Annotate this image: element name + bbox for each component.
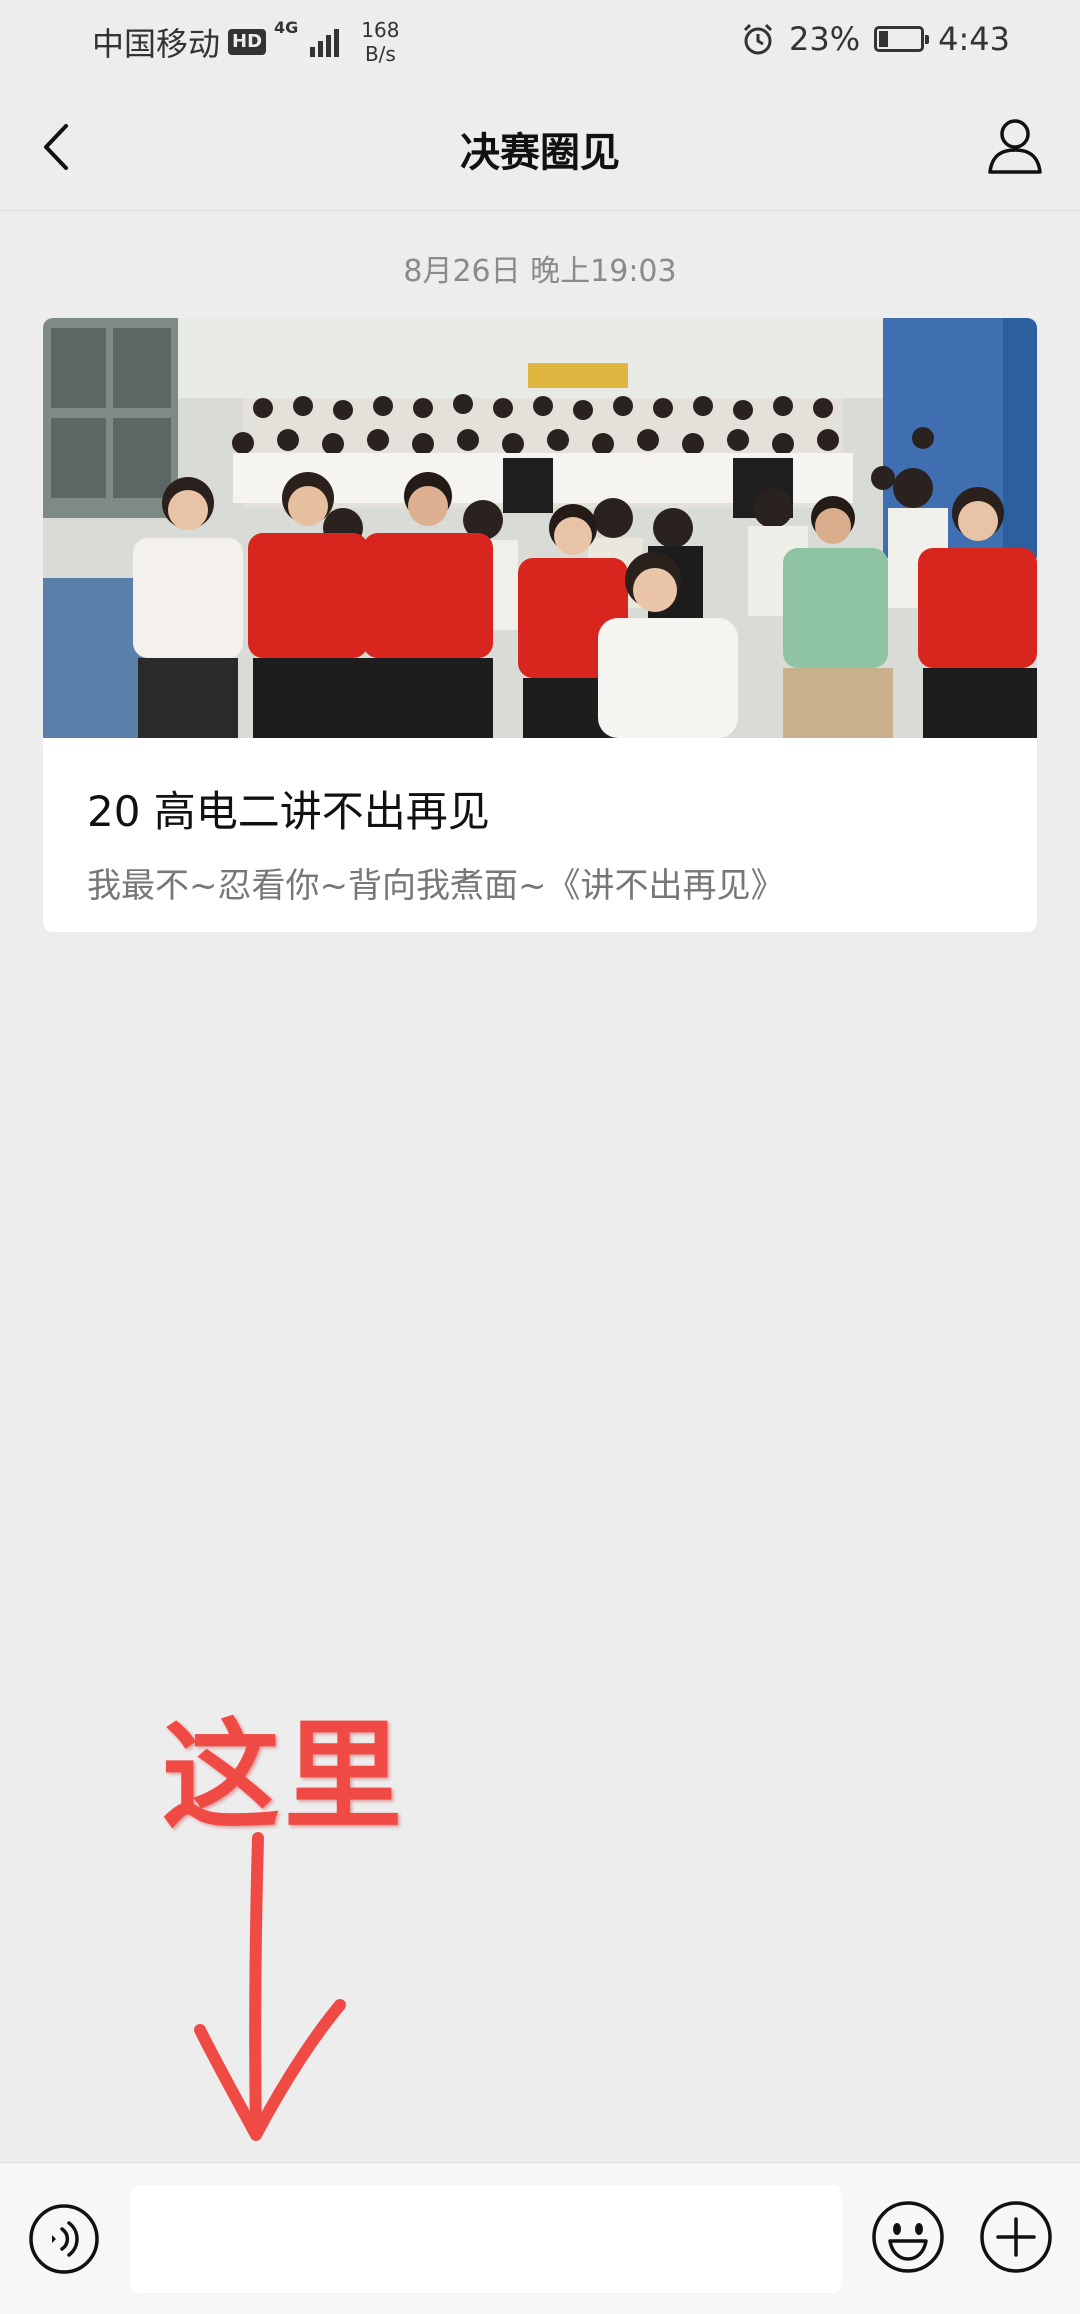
card-title: 20 高电二讲不出再见 (87, 787, 490, 836)
message-input-bar (0, 2162, 1080, 2314)
page-title: 决赛圈见 (460, 130, 620, 176)
battery-icon: ⚡ (874, 26, 930, 52)
alarm-icon (743, 23, 773, 55)
plus-icon[interactable] (976, 2197, 1056, 2277)
class-photo (43, 318, 1037, 738)
annotation-label: 这里 (162, 1707, 407, 1845)
signal-icon (310, 27, 340, 57)
network-speed: 168 B/s (361, 18, 399, 66)
person-icon[interactable] (980, 110, 1050, 180)
arrow-down-icon (194, 1832, 346, 2141)
status-left: 中国移动 HD 4G 168 B/s (92, 18, 399, 66)
network-speed-value: 168 (361, 18, 400, 42)
card-subtitle: 我最不~忍看你~背向我煮面~《讲不出再见》 (87, 866, 785, 906)
nav-bar: 决赛圈见 (0, 84, 1080, 211)
shared-link-card[interactable]: 20 高电二讲不出再见 我最不~忍看你~背向我煮面~《讲不出再见》 (43, 318, 1037, 932)
battery-percent: 23% (789, 20, 861, 58)
status-right: 23% ⚡ 4:43 (741, 20, 1010, 58)
voice-icon[interactable] (26, 2201, 102, 2277)
message-input[interactable] (130, 2185, 842, 2293)
status-bar: 中国移动 HD 4G 168 B/s 23% ⚡ 4:43 (0, 0, 1080, 84)
message-timestamp: 8月26日 晚上19:03 (403, 254, 677, 289)
network-speed-unit: B/s (364, 42, 396, 66)
hd-badge: HD (228, 29, 267, 55)
carrier-name: 中国移动 (92, 25, 221, 63)
emoji-icon[interactable] (868, 2197, 948, 2277)
clock: 4:43 (938, 20, 1010, 58)
network-type: 4G (274, 18, 299, 37)
